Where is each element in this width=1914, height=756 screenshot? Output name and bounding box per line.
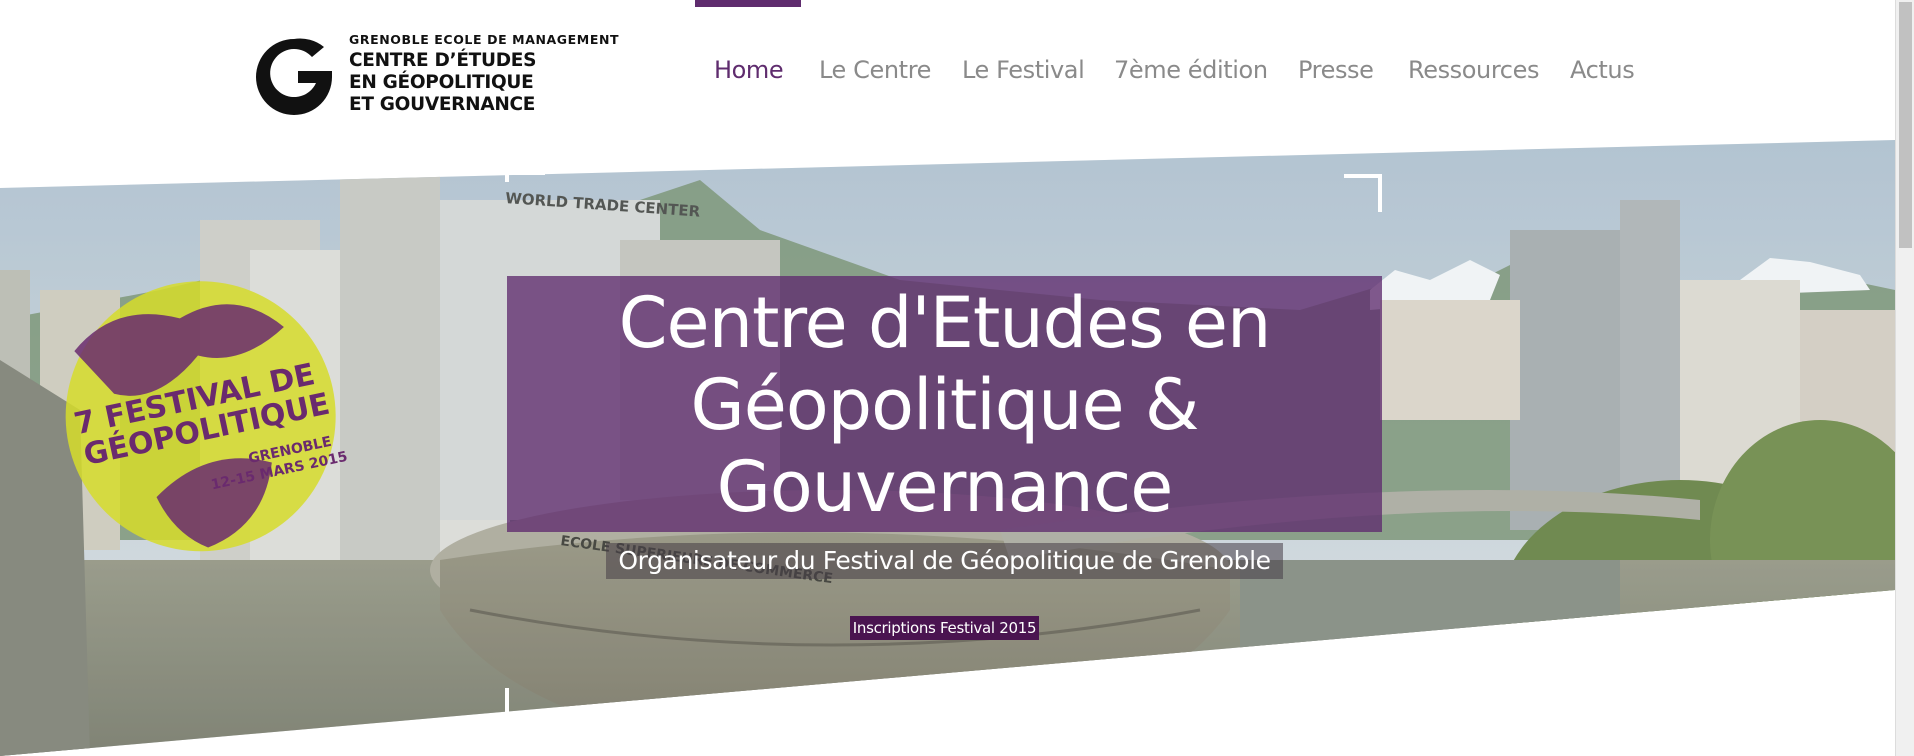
nav-7eme-edition[interactable]: 7ème édition — [1114, 56, 1268, 84]
nav-presse[interactable]: Presse — [1298, 56, 1374, 84]
nav-le-festival[interactable]: Le Festival — [962, 56, 1085, 84]
logo-line-3: ET GOUVERNANCE — [349, 94, 536, 115]
hero-cta-wrap: Inscriptions Festival 2015 — [507, 616, 1382, 640]
nav-actus[interactable]: Actus — [1570, 56, 1635, 84]
vertical-scrollbar[interactable] — [1895, 0, 1914, 756]
logo-g-icon — [256, 38, 332, 116]
scrollbar-thumb[interactable] — [1899, 2, 1912, 248]
logo-line-1: CENTRE D’ÉTUDES — [349, 50, 537, 71]
inscriptions-festival-link[interactable]: Inscriptions Festival 2015 — [849, 616, 1040, 640]
page: GRENOBLE ECOLE DE MANAGEMENT CENTRE D’ÉT… — [0, 0, 1914, 756]
hero-subtitle-wrap: Organisateur du Festival de Géopolitique… — [507, 543, 1382, 579]
hero-subtitle: Organisateur du Festival de Géopolitique… — [606, 543, 1283, 579]
logo-school-name: GRENOBLE ECOLE DE MANAGEMENT — [349, 32, 620, 47]
nav-ressources[interactable]: Ressources — [1408, 56, 1539, 84]
site-header: GRENOBLE ECOLE DE MANAGEMENT CENTRE D’ÉT… — [0, 0, 1895, 145]
logo-line-2: EN GÉOPOLITIQUE — [349, 72, 534, 93]
nav-active-indicator — [695, 0, 801, 7]
hero-title: Centre d'Etudes en Géopolitique & Gouver… — [618, 282, 1272, 528]
hero-banner: WORLD TRADE CENTER ECOLE SUPERIEURE DE C… — [0, 140, 1895, 756]
nav-home[interactable]: Home — [714, 56, 784, 84]
nav-le-centre[interactable]: Le Centre — [819, 56, 931, 84]
hero-title-block: Centre d'Etudes en Géopolitique & Gouver… — [507, 276, 1382, 671]
site-logo[interactable]: GRENOBLE ECOLE DE MANAGEMENT CENTRE D’ÉT… — [250, 29, 619, 121]
